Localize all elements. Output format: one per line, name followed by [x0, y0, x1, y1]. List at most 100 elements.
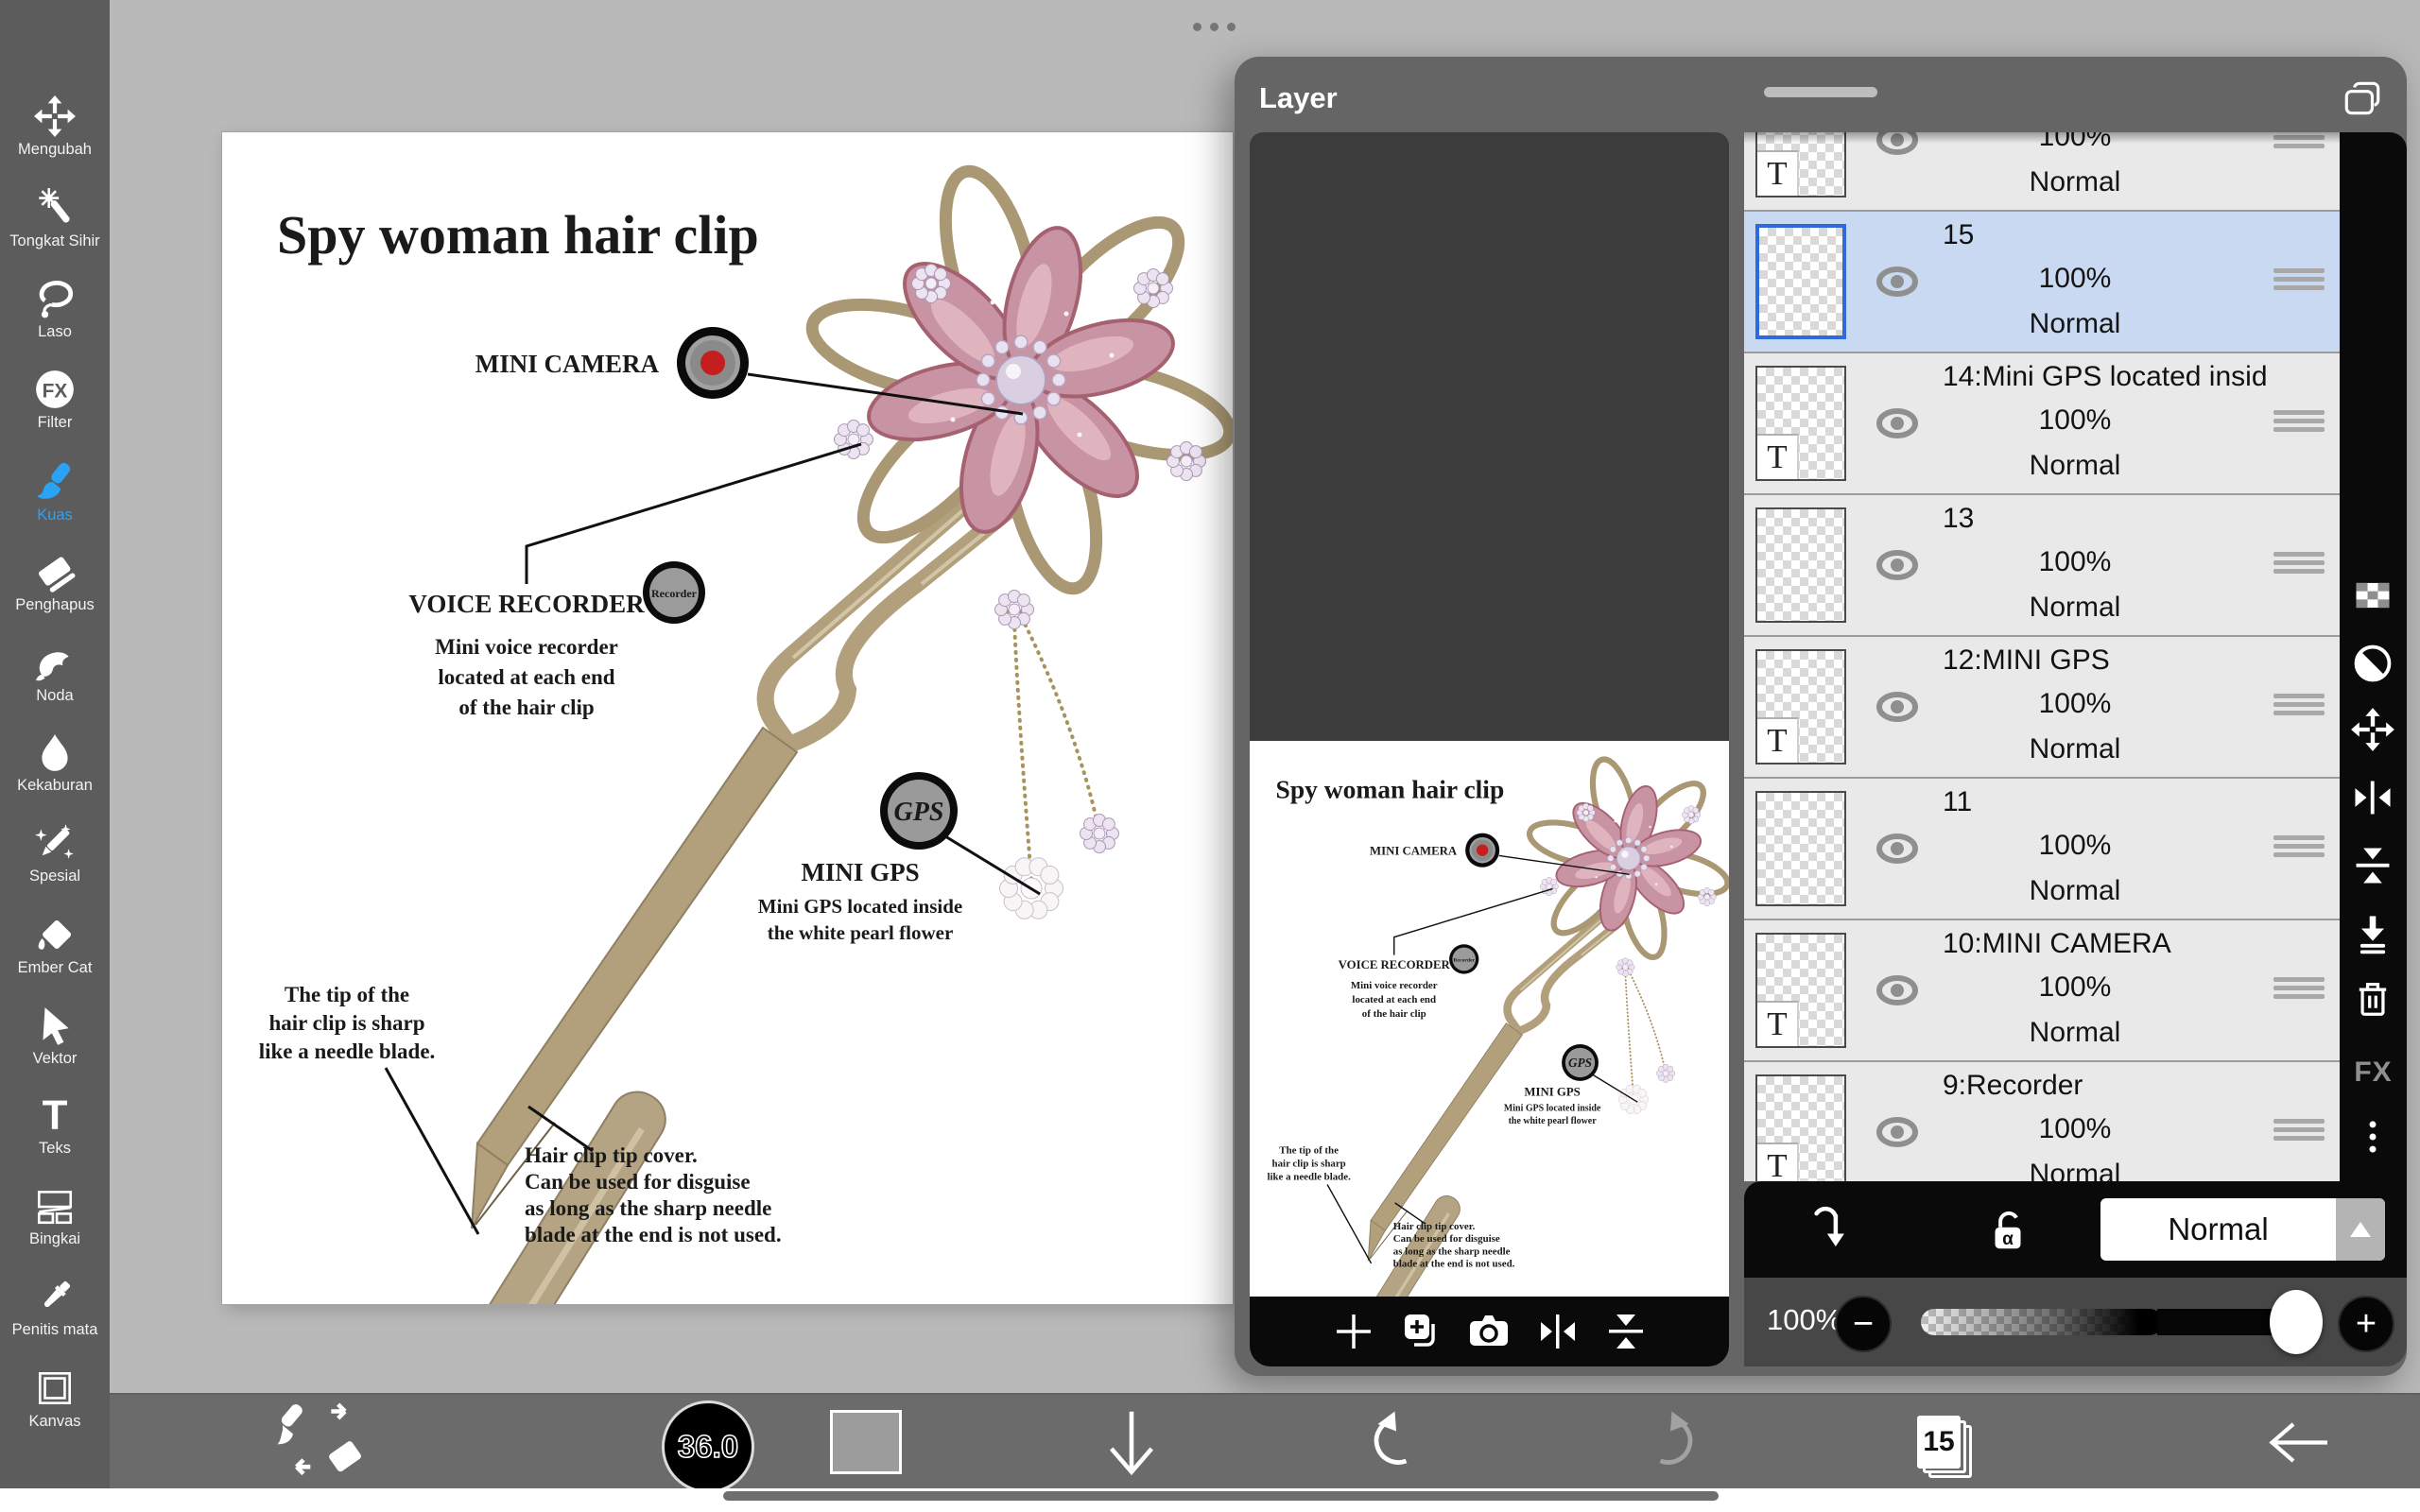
opacity-slider-track[interactable] [1921, 1309, 2163, 1335]
down-arrow-icon[interactable] [1098, 1395, 1166, 1490]
sidebar-item-label: Kekaburan [17, 777, 93, 795]
sidebar-item-kekaburan[interactable]: Kekaburan [0, 730, 110, 817]
layer-name: 11 [1943, 786, 2340, 818]
layer-drag-handle-icon[interactable] [2273, 832, 2325, 861]
opacity-decrease-button[interactable]: − [1835, 1296, 1892, 1352]
layer-thumbnail[interactable]: T [1755, 366, 1846, 481]
layer-blend: Normal [1848, 166, 2302, 198]
sidebar-item-label: Bingkai [29, 1230, 80, 1248]
sidebar-item-filter[interactable]: FX Filter [0, 368, 110, 455]
opacity-slider-thumb[interactable] [2270, 1290, 2323, 1354]
bottom-toolbar: 36.0 15 [110, 1393, 2420, 1490]
layer-thumbnail[interactable]: T [1755, 132, 1846, 198]
sidebar-item-ember-cat[interactable]: Ember Cat [0, 913, 110, 1000]
svg-text:Can be used for disguise: Can be used for disguise [525, 1170, 751, 1194]
svg-text:MINI CAMERA: MINI CAMERA [475, 350, 660, 378]
drawing-canvas[interactable]: Recorder GPS Spy woman hair clip MINI CA… [222, 132, 1233, 1304]
add-icon[interactable] [1331, 1309, 1376, 1354]
panel-drag-handle[interactable] [1764, 87, 1877, 97]
flip-horizontal-icon[interactable] [1535, 1309, 1581, 1354]
sidebar-item-tongkat-sihir[interactable]: Tongkat Sihir [0, 186, 110, 273]
flip-horizontal-icon[interactable] [2350, 775, 2395, 820]
svg-text:GPS: GPS [894, 798, 944, 827]
sidebar-item-kuas[interactable]: Kuas [0, 460, 110, 547]
layer-row[interactable]: T 100% Normal [1744, 132, 2340, 212]
blend-mode-select[interactable]: Normal [2100, 1198, 2385, 1261]
layer-opacity: 100% [1848, 971, 2302, 1004]
flip-vertical-icon[interactable] [2350, 843, 2395, 888]
sidebar-item-kanvas[interactable]: Kanvas [0, 1366, 110, 1453]
layer-row[interactable]: 13 100% Normal [1744, 495, 2340, 637]
delete-layer-trash-icon[interactable] [2350, 977, 2395, 1022]
svg-text:like a needle blade.: like a needle blade. [259, 1040, 436, 1063]
window-options-dots-icon[interactable] [1193, 23, 1236, 31]
add-layer-icon[interactable] [1397, 1309, 1443, 1354]
transparency-background-icon[interactable] [2350, 573, 2395, 618]
color-swatch[interactable] [830, 1410, 902, 1474]
layer-drag-handle-icon[interactable] [2273, 1115, 2325, 1144]
layer-thumbnail[interactable]: T [1755, 933, 1846, 1048]
layer-row[interactable]: T 14:Mini GPS located insid 100% Normal [1744, 353, 2340, 495]
camera-import-icon[interactable] [1466, 1309, 1512, 1354]
layer-blend: Normal [1848, 1159, 2302, 1181]
sidebar-item-penghapus[interactable]: Penghapus [0, 550, 110, 637]
layer-name: 10:MINI CAMERA [1943, 928, 2340, 960]
layer-panel-title: Layer [1259, 81, 1338, 115]
sidebar-item-laso[interactable]: Laso [0, 277, 110, 364]
flip-vertical-icon[interactable] [1603, 1309, 1649, 1354]
canvas-preview-pane[interactable] [1250, 132, 1729, 1366]
move-layer-icon[interactable] [2350, 707, 2395, 752]
recorder-badge: Recorder [643, 561, 705, 624]
brush-size-indicator[interactable]: 36.0 [662, 1400, 754, 1493]
opacity-increase-button[interactable]: + [2338, 1296, 2394, 1352]
back-arrow-icon[interactable] [2265, 1395, 2333, 1490]
layer-count-badge: 15 [1917, 1416, 1961, 1469]
sidebar-item-bingkai[interactable]: Bingkai [0, 1184, 110, 1271]
layer-opacity: 100% [1848, 404, 2302, 437]
layer-thumbnail[interactable]: T [1755, 649, 1846, 765]
layer-drag-handle-icon[interactable] [2273, 973, 2325, 1003]
layer-row[interactable]: T 12:MINI GPS 100% Normal [1744, 637, 2340, 779]
sidebar-item-vektor[interactable]: Vektor [0, 1004, 110, 1091]
layer-list[interactable]: T 100% Normal 15 100% Normal T 14:Mini G… [1744, 132, 2340, 1181]
blend-mode-expand-button[interactable] [2336, 1198, 2385, 1261]
duplicate-panel-icon[interactable] [2341, 77, 2384, 121]
svg-text:as long as the sharp needle: as long as the sharp needle [525, 1196, 771, 1220]
layer-row-selected[interactable]: 15 100% Normal [1744, 212, 2340, 353]
layer-row[interactable]: T 9:Recorder 100% Normal [1744, 1062, 2340, 1181]
gps-badge: GPS [880, 772, 958, 850]
home-indicator-bar[interactable] [723, 1491, 1719, 1501]
invert-contrast-icon[interactable] [2350, 641, 2395, 686]
redo-icon[interactable] [1634, 1395, 1702, 1490]
sidebar-item-mengubah[interactable]: Mengubah [0, 94, 110, 181]
layer-drag-handle-icon[interactable] [2273, 132, 2325, 152]
sidebar-item-label: Penghapus [15, 596, 95, 614]
layer-row[interactable]: T 10:MINI CAMERA 100% Normal [1744, 920, 2340, 1062]
smudge-finger-icon [33, 641, 77, 684]
clipping-mask-icon[interactable] [1803, 1204, 1854, 1255]
layer-opacity: 100% [1848, 546, 2302, 578]
layer-thumbnail[interactable] [1755, 224, 1846, 339]
layer-row[interactable]: 11 100% Normal [1744, 779, 2340, 920]
brush-eraser-toggle-icon[interactable] [272, 1395, 376, 1490]
svg-text:Mini voice recorder: Mini voice recorder [435, 635, 618, 659]
layer-fx-icon[interactable]: FX [2340, 1057, 2407, 1089]
layer-drag-handle-icon[interactable] [2273, 406, 2325, 436]
canvas-thumbnail-preview[interactable] [1250, 741, 1729, 1297]
sidebar-item-penitis-mata[interactable]: Penitis mata [0, 1275, 110, 1362]
layer-drag-handle-icon[interactable] [2273, 548, 2325, 577]
layer-thumbnail[interactable] [1755, 507, 1846, 623]
sidebar-item-noda[interactable]: Noda [0, 641, 110, 728]
undo-icon[interactable] [1365, 1395, 1433, 1490]
merge-down-icon[interactable] [2350, 911, 2395, 956]
layer-thumbnail[interactable] [1755, 791, 1846, 906]
sidebar-item-teks[interactable]: T Teks [0, 1093, 110, 1180]
sidebar-item-spesial[interactable]: Spesial [0, 821, 110, 908]
layer-drag-handle-icon[interactable] [2273, 690, 2325, 719]
layer-thumbnail[interactable]: T [1755, 1074, 1846, 1181]
more-options-icon[interactable] [2350, 1114, 2395, 1160]
alpha-lock-icon[interactable]: α [1982, 1204, 2033, 1255]
layer-drag-handle-icon[interactable] [2273, 265, 2325, 294]
layers-button[interactable]: 15 [1917, 1416, 1962, 1470]
text-tool-icon: T [33, 1093, 77, 1137]
